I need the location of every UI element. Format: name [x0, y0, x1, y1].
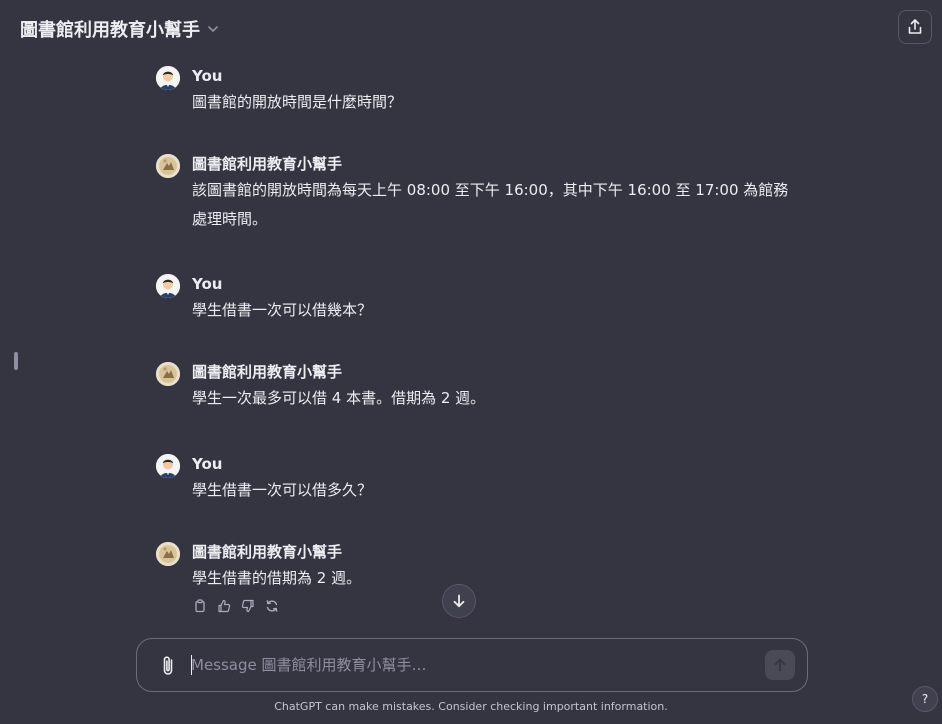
- message-author: 圖書館利用教育小幫手: [192, 363, 343, 381]
- avatar: [156, 362, 180, 386]
- message-author: You: [192, 67, 223, 85]
- gpt-title-dropdown[interactable]: 圖書館利用教育小幫手: [20, 16, 220, 42]
- chevron-down-icon: [206, 22, 220, 36]
- avatar: [156, 454, 180, 478]
- top-bar: 圖書館利用教育小幫手: [0, 0, 942, 56]
- avatar: [156, 66, 180, 90]
- message-composer: [136, 638, 808, 692]
- message-text: 學生借書的借期為 2 週。: [192, 569, 362, 587]
- attach-button[interactable]: [157, 653, 179, 679]
- sidebar-toggle-handle[interactable]: [14, 352, 18, 370]
- message-text: 學生借書一次可以借多久？: [192, 481, 373, 499]
- arrow-up-icon: [772, 657, 788, 673]
- message-actions: [192, 598, 280, 614]
- text-caret: [191, 655, 192, 675]
- chat-app: 圖書館利用教育小幫手 You 圖書館的開放時間是什麼時間？ 圖書館利用教育小幫手…: [0, 0, 942, 724]
- message-author: You: [192, 455, 223, 473]
- question-mark-icon: ?: [921, 692, 929, 706]
- page-title: 圖書館利用教育小幫手: [20, 20, 200, 41]
- share-button[interactable]: [898, 10, 932, 44]
- avatar: [156, 154, 180, 178]
- disclaimer-text: ChatGPT can make mistakes. Consider chec…: [274, 700, 668, 713]
- regenerate-icon[interactable]: [264, 598, 280, 614]
- message-text: 學生借書一次可以借幾本？: [192, 301, 373, 319]
- message-text: 該圖書館的開放時間為每天上午 08:00 至下午 16:00，其中下午 16:0…: [192, 181, 789, 228]
- thumbs-down-icon[interactable]: [240, 598, 256, 614]
- paperclip-icon: [159, 654, 177, 678]
- send-button[interactable]: [765, 650, 795, 680]
- help-button[interactable]: ?: [912, 686, 938, 712]
- share-upload-icon: [906, 18, 924, 36]
- thumbs-up-icon[interactable]: [216, 598, 232, 614]
- copy-icon[interactable]: [192, 598, 208, 614]
- message-text: 學生一次最多可以借 4 本書。借期為 2 週。: [192, 389, 486, 407]
- message-text: 圖書館的開放時間是什麼時間？: [192, 93, 403, 111]
- arrow-down-icon: [451, 593, 467, 609]
- scroll-to-bottom-button[interactable]: [442, 584, 476, 618]
- message-author: 圖書館利用教育小幫手: [192, 155, 343, 173]
- avatar: [156, 542, 180, 566]
- message-author: You: [192, 275, 223, 293]
- message-input[interactable]: [191, 651, 751, 679]
- avatar: [156, 274, 180, 298]
- message-author: 圖書館利用教育小幫手: [192, 543, 343, 561]
